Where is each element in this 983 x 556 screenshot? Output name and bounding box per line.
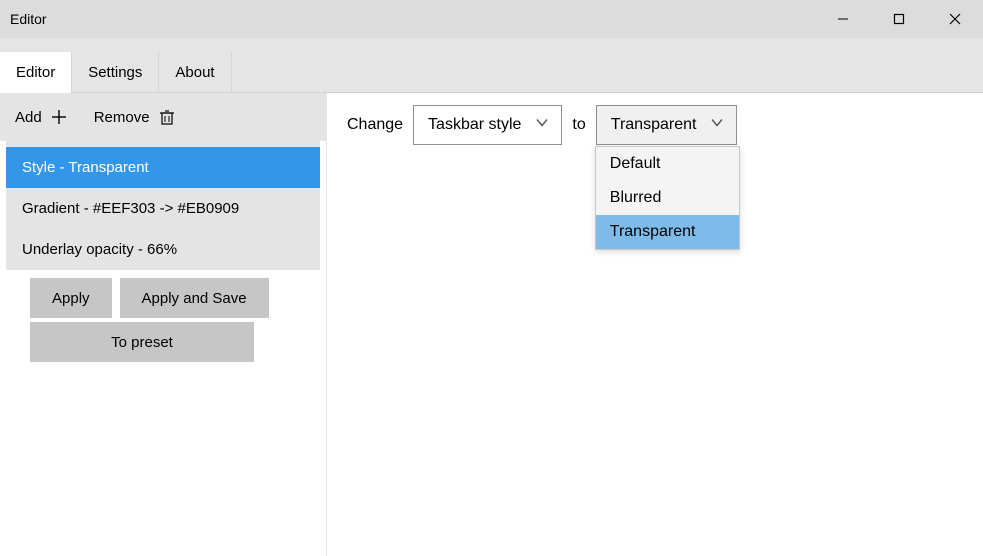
sidebar-actions: Add Remove [0, 93, 326, 141]
add-button[interactable]: Add [15, 108, 68, 126]
chevron-down-icon [535, 116, 549, 135]
rule-item[interactable]: Style - Transparent [6, 147, 320, 188]
change-row: Change Taskbar style to Transparent Defa… [347, 105, 963, 145]
rule-item[interactable]: Gradient - #EEF303 -> #EB0909 [6, 188, 320, 229]
tab-strip: Editor Settings About [0, 38, 983, 93]
chevron-down-icon [710, 116, 724, 135]
tab-about[interactable]: About [159, 52, 231, 93]
tab-editor[interactable]: Editor [0, 52, 72, 93]
editor-panel: Change Taskbar style to Transparent Defa… [327, 93, 983, 556]
value-combo-value: Transparent [611, 116, 697, 134]
close-button[interactable] [927, 0, 983, 38]
maximize-icon [893, 13, 905, 25]
maximize-button[interactable] [871, 0, 927, 38]
window-controls [815, 0, 983, 38]
dropdown-item-default[interactable]: Default [596, 147, 739, 181]
rules-list: Style - Transparent Gradient - #EEF303 -… [6, 141, 320, 270]
sidebar: Add Remove Style - Transparent Gradient … [0, 93, 327, 556]
trash-icon [158, 108, 176, 126]
add-label: Add [15, 109, 42, 126]
minimize-icon [837, 13, 849, 25]
dropdown-item-blurred[interactable]: Blurred [596, 181, 739, 215]
to-label: to [572, 116, 585, 134]
remove-button[interactable]: Remove [94, 108, 176, 126]
to-preset-button[interactable]: To preset [30, 322, 254, 362]
window-title: Editor [10, 11, 47, 27]
rule-item[interactable]: Underlay opacity - 66% [6, 229, 320, 270]
property-combo[interactable]: Taskbar style [413, 105, 562, 145]
content: Add Remove Style - Transparent Gradient … [0, 93, 983, 556]
minimize-button[interactable] [815, 0, 871, 38]
title-bar: Editor [0, 0, 983, 38]
value-combo[interactable]: Transparent Default Blurred Transparent [596, 105, 738, 145]
close-icon [949, 13, 961, 25]
change-label: Change [347, 116, 403, 134]
value-dropdown: Default Blurred Transparent [595, 146, 740, 250]
apply-save-button[interactable]: Apply and Save [120, 278, 269, 318]
dropdown-item-transparent[interactable]: Transparent [596, 215, 739, 249]
property-combo-value: Taskbar style [428, 116, 521, 134]
apply-row: Apply Apply and Save [30, 278, 326, 318]
apply-button[interactable]: Apply [30, 278, 112, 318]
plus-icon [50, 108, 68, 126]
tab-settings[interactable]: Settings [72, 52, 159, 93]
remove-label: Remove [94, 109, 150, 126]
to-preset-row: To preset [30, 322, 326, 362]
